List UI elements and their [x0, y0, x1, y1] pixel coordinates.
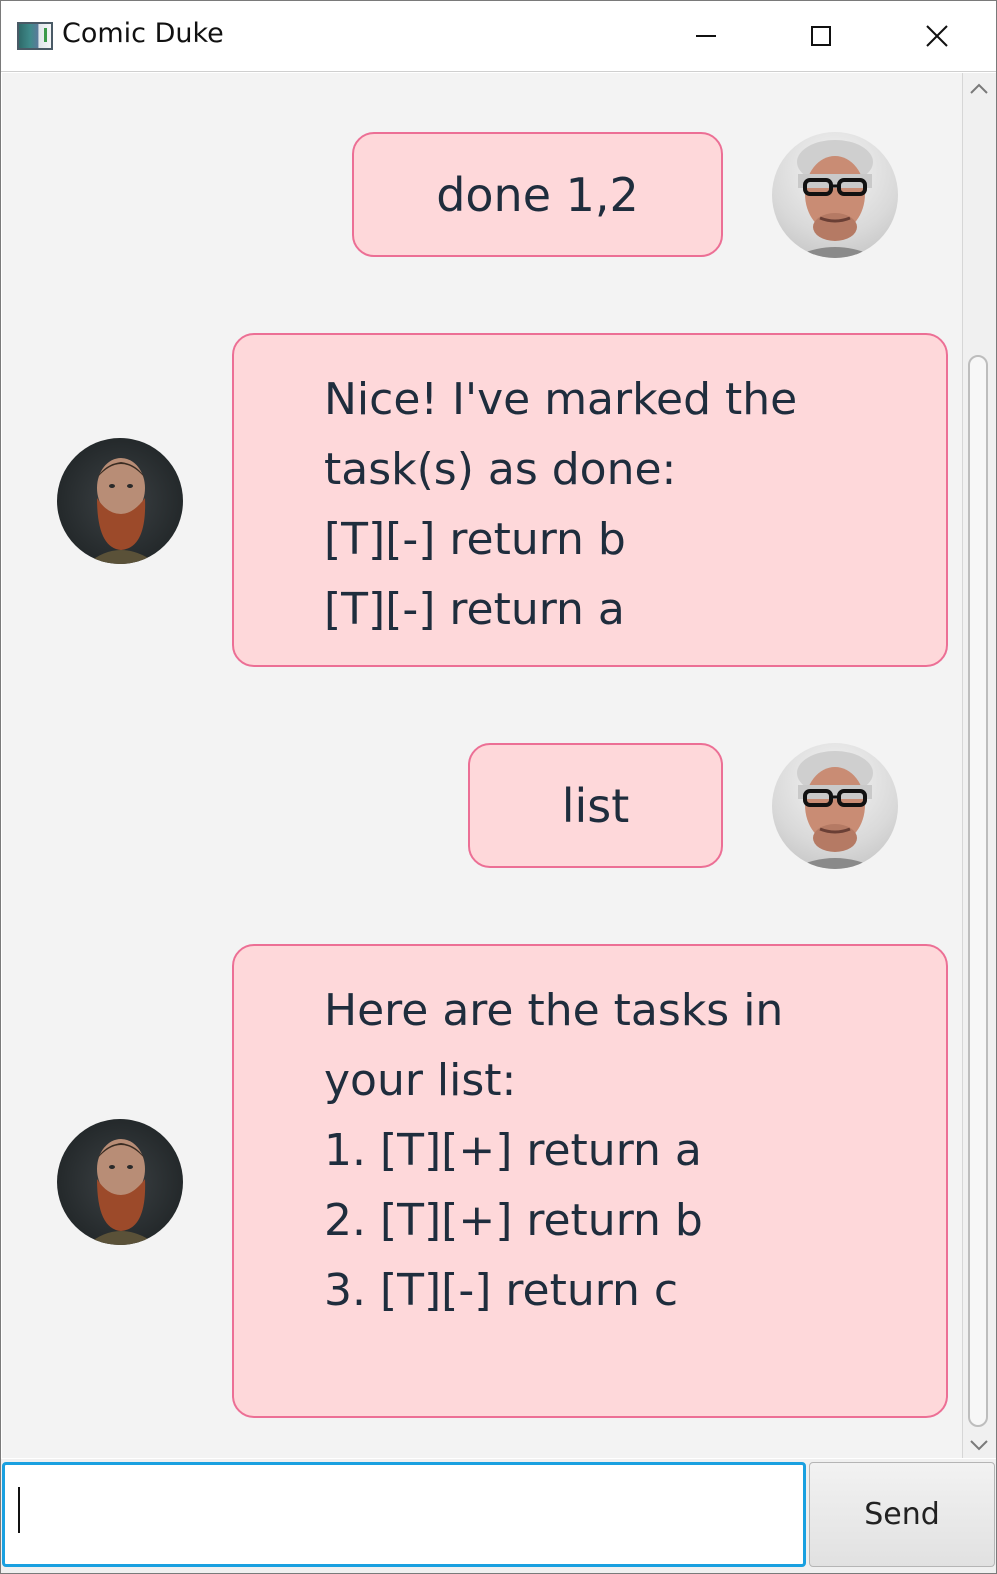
app-window: Comic Duke done 1,2 Nice! I've marked th… — [0, 0, 997, 1574]
scrollbar-thumb[interactable] — [968, 355, 988, 1427]
bot-message-bubble: Here are the tasks in your list: 1. [T][… — [232, 944, 948, 1418]
vertical-scrollbar[interactable] — [962, 73, 996, 1458]
user-message-bubble: list — [468, 743, 723, 868]
title-bar[interactable]: Comic Duke — [1, 1, 996, 72]
input-row: Send — [1, 1459, 996, 1573]
message-text: Nice! I've marked the task(s) as done: [… — [324, 374, 798, 635]
scroll-up-button[interactable] — [967, 79, 991, 99]
scroll-down-button[interactable] — [967, 1435, 991, 1455]
bot-message-bubble: Nice! I've marked the task(s) as done: [… — [232, 333, 948, 667]
message-text: list — [561, 778, 630, 833]
message-text: Here are the tasks in your list: 1. [T][… — [324, 985, 784, 1316]
user-avatar — [772, 132, 898, 258]
minimize-icon — [696, 35, 716, 37]
close-button[interactable] — [879, 1, 995, 71]
close-icon — [926, 25, 948, 47]
message-input[interactable] — [2, 1462, 806, 1567]
scroll-up-icon — [970, 83, 988, 94]
maximize-icon — [811, 26, 831, 46]
chat-pane[interactable]: done 1,2 Nice! I've marked the task(s) a… — [2, 73, 962, 1458]
send-button[interactable]: Send — [809, 1462, 995, 1567]
scroll-down-icon — [970, 1440, 988, 1451]
bot-avatar — [57, 438, 183, 564]
user-avatar — [772, 743, 898, 869]
text-caret — [18, 1487, 20, 1533]
minimize-button[interactable] — [648, 1, 764, 71]
app-icon — [17, 22, 53, 50]
maximize-button[interactable] — [763, 1, 879, 71]
bot-avatar — [57, 1119, 183, 1245]
user-message-bubble: done 1,2 — [352, 132, 723, 257]
message-text: done 1,2 — [436, 167, 639, 222]
window-title: Comic Duke — [62, 18, 224, 49]
